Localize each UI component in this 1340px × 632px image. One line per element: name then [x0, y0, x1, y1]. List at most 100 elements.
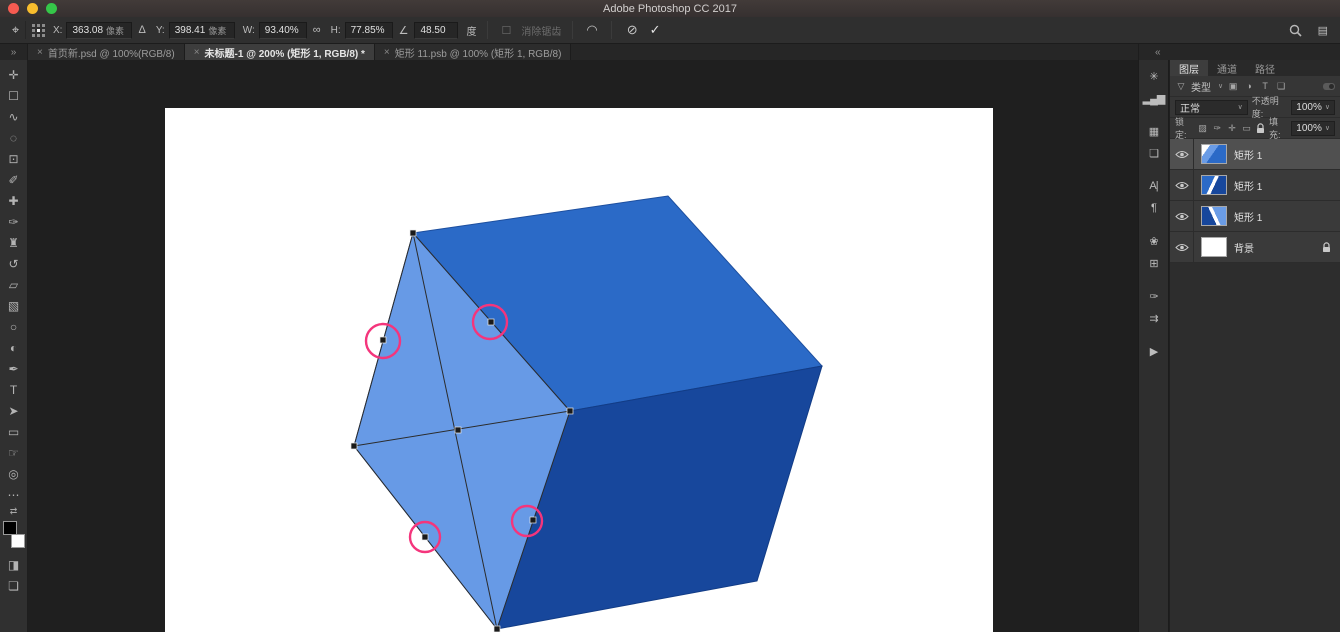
tab-layers[interactable]: 图层: [1170, 60, 1208, 76]
fullscreen-window-button[interactable]: [46, 3, 57, 14]
close-window-button[interactable]: [8, 3, 19, 14]
dodge-tool[interactable]: ◐: [2, 337, 26, 358]
character-icon[interactable]: A|: [1141, 175, 1167, 197]
current-tool-icon[interactable]: ⌖: [6, 21, 26, 39]
styles-icon[interactable]: ❀: [1141, 230, 1167, 252]
layer-row[interactable]: 矩形 1: [1170, 170, 1340, 201]
filter-shape-icon[interactable]: ❏: [1275, 81, 1287, 92]
lock-transparency-icon[interactable]: ▨: [1197, 123, 1208, 134]
doc-tab-homepage[interactable]: × 首页新.psd @ 100%(RGB/8): [28, 44, 185, 60]
width-input[interactable]: 93.40%: [259, 22, 307, 39]
transform-handle[interactable]: [422, 534, 428, 540]
tab-channels[interactable]: 通道: [1208, 60, 1246, 76]
background-color-swatch[interactable]: [11, 534, 25, 548]
commit-transform-button[interactable]: ✓: [646, 22, 665, 38]
doc-tab-untitled1[interactable]: × 未标题-1 @ 200% (矩形 1, RGB/8) *: [185, 44, 375, 60]
doc-tab-rect11[interactable]: × 矩形 11.psb @ 100% (矩形 1, RGB/8): [375, 44, 572, 60]
tab-paths[interactable]: 路径: [1246, 60, 1284, 76]
visibility-toggle[interactable]: [1170, 201, 1194, 231]
info-icon[interactable]: ⊞: [1141, 252, 1167, 274]
relative-position-toggle[interactable]: Δ: [136, 24, 147, 36]
swap-colors-icon[interactable]: ⇄: [10, 506, 18, 517]
transform-handle[interactable]: [351, 443, 357, 449]
filter-funnel-icon[interactable]: ▽: [1175, 81, 1187, 92]
lock-artboard-icon[interactable]: ▭: [1241, 123, 1252, 134]
rectangle-tool[interactable]: ▭: [2, 421, 26, 442]
healing-brush-tool[interactable]: ✚: [2, 190, 26, 211]
y-input[interactable]: 398.41 像素: [169, 22, 235, 39]
height-input[interactable]: 77.85%: [345, 22, 393, 39]
workspace-switcher-icon[interactable]: ▤: [1316, 24, 1330, 37]
transform-center-point[interactable]: [455, 427, 461, 433]
fill-select[interactable]: 100% ∨: [1291, 121, 1335, 136]
history-brush-tool[interactable]: ↺: [2, 253, 26, 274]
edit-toolbar-icon[interactable]: ⋯: [2, 484, 26, 505]
transform-handle[interactable]: [494, 626, 500, 632]
zoom-tool[interactable]: ◎: [2, 463, 26, 484]
search-icon[interactable]: [1289, 24, 1302, 37]
brush-tool[interactable]: ✑: [2, 211, 26, 232]
toolbar-collapse-icon[interactable]: »: [0, 44, 28, 60]
opacity-select[interactable]: 100% ∨: [1291, 100, 1335, 115]
layer-thumbnail[interactable]: [1201, 237, 1227, 257]
paragraph-icon[interactable]: ¶: [1141, 197, 1167, 219]
transform-handle[interactable]: [488, 319, 494, 325]
lock-pixels-icon[interactable]: ✑: [1212, 123, 1223, 134]
actions-icon[interactable]: ▶: [1141, 340, 1167, 362]
hand-tool[interactable]: ☞: [2, 442, 26, 463]
visibility-toggle[interactable]: [1170, 170, 1194, 200]
adjustments-icon[interactable]: ✳: [1141, 65, 1167, 87]
gradient-tool[interactable]: ▧: [2, 295, 26, 316]
blend-mode-select[interactable]: 正常 ∨: [1175, 100, 1248, 115]
lock-all-icon[interactable]: [1256, 123, 1265, 134]
reference-point-grid[interactable]: [32, 24, 45, 37]
transform-handle[interactable]: [567, 408, 573, 414]
x-input[interactable]: 363.08 像素: [66, 22, 132, 39]
panels-collapse-icon[interactable]: «: [1138, 44, 1340, 60]
blur-tool[interactable]: ○: [2, 316, 26, 337]
transform-handle[interactable]: [530, 517, 536, 523]
link-dimensions-icon[interactable]: ∞: [311, 24, 323, 36]
eyedropper-tool[interactable]: ✐: [2, 169, 26, 190]
path-selection-tool[interactable]: ➤: [2, 400, 26, 421]
layer-row-background[interactable]: 背景: [1170, 232, 1340, 263]
close-icon[interactable]: ×: [384, 47, 390, 58]
filter-pixel-icon[interactable]: ▣: [1227, 81, 1239, 92]
crop-tool[interactable]: ⊡: [2, 148, 26, 169]
lasso-tool[interactable]: ∿: [2, 106, 26, 127]
move-tool[interactable]: ✛: [2, 64, 26, 85]
quick-mask-button[interactable]: ◨: [2, 554, 26, 575]
transform-handle[interactable]: [410, 230, 416, 236]
screen-mode-button[interactable]: ❏: [2, 575, 26, 596]
close-icon[interactable]: ×: [194, 47, 200, 58]
layer-thumbnail[interactable]: [1201, 144, 1227, 164]
filter-adjustment-icon[interactable]: ◑: [1243, 81, 1255, 91]
lock-position-icon[interactable]: ✛: [1227, 123, 1238, 134]
brush-settings-icon[interactable]: ✑: [1141, 285, 1167, 307]
warp-mode-icon[interactable]: ◠: [584, 22, 599, 38]
filter-kind-label[interactable]: 类型: [1191, 79, 1211, 94]
libraries-icon[interactable]: ❏: [1141, 142, 1167, 164]
layer-thumbnail[interactable]: [1201, 206, 1227, 226]
marquee-tool[interactable]: ☐: [2, 85, 26, 106]
quick-selection-tool[interactable]: ◌: [2, 127, 26, 148]
layer-row[interactable]: 矩形 1: [1170, 201, 1340, 232]
filter-type-icon[interactable]: T: [1259, 81, 1271, 91]
eraser-tool[interactable]: ▱: [2, 274, 26, 295]
histogram-icon[interactable]: ▂▄▆: [1141, 87, 1167, 109]
visibility-toggle[interactable]: [1170, 139, 1194, 169]
cancel-transform-button[interactable]: ⊘: [623, 22, 642, 38]
transform-handle[interactable]: [380, 337, 386, 343]
type-tool[interactable]: T: [2, 379, 26, 400]
layer-row[interactable]: 矩形 1: [1170, 139, 1340, 170]
clone-stamp-tool[interactable]: ♜: [2, 232, 26, 253]
visibility-toggle[interactable]: [1170, 232, 1194, 262]
clone-source-icon[interactable]: ⇉: [1141, 307, 1167, 329]
filter-toggle[interactable]: [1323, 83, 1335, 90]
color-icon[interactable]: ▦: [1141, 120, 1167, 142]
minimize-window-button[interactable]: [27, 3, 38, 14]
angle-input[interactable]: 48.50: [414, 22, 458, 39]
close-icon[interactable]: ×: [37, 47, 43, 58]
layer-thumbnail[interactable]: [1201, 175, 1227, 195]
foreground-color-swatch[interactable]: [3, 521, 17, 535]
